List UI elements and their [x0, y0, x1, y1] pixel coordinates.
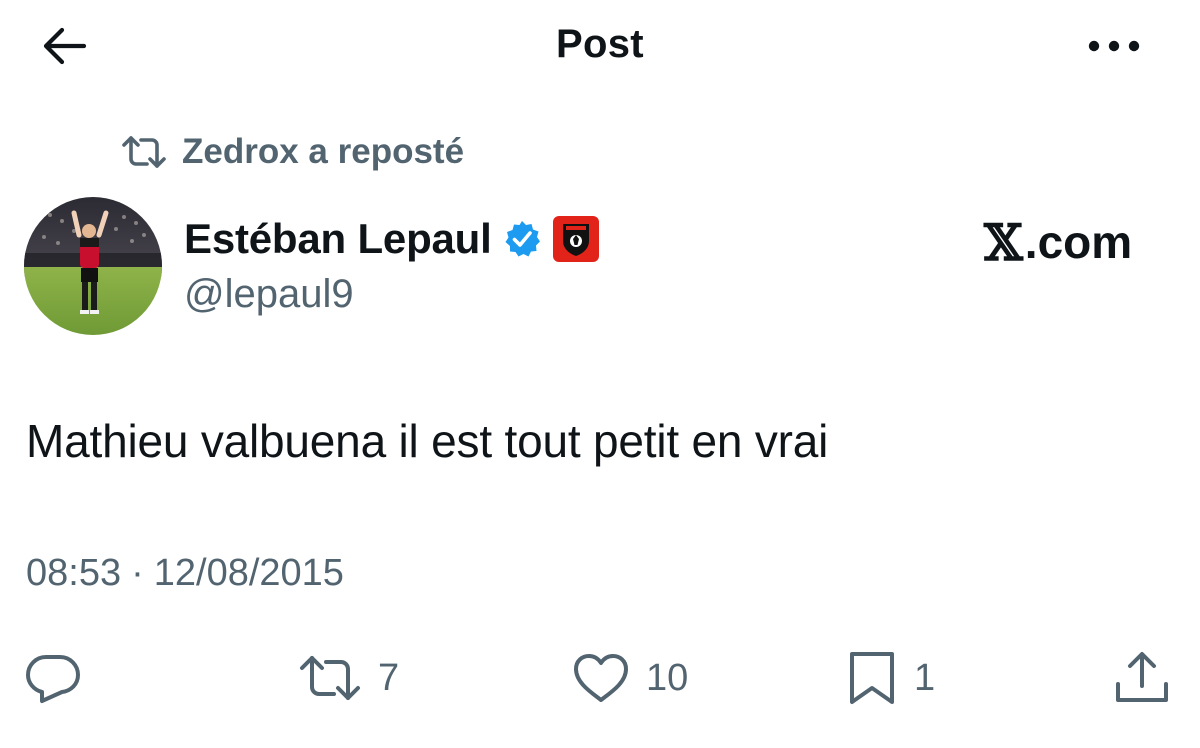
- post-date[interactable]: 12/08/2015: [154, 552, 344, 595]
- author-avatar[interactable]: [24, 197, 162, 335]
- timestamp-separator: ·: [131, 552, 144, 594]
- more-horizontal-icon: [1088, 40, 1140, 52]
- more-options-button[interactable]: [1084, 26, 1144, 66]
- bookmark-count: 1: [914, 656, 936, 699]
- avatar-photo: [24, 197, 162, 335]
- like-button[interactable]: 10: [572, 650, 688, 706]
- author-name-row: Estéban Lepaul: [184, 210, 600, 268]
- reply-button[interactable]: [24, 650, 82, 706]
- share-button[interactable]: [1112, 650, 1172, 706]
- watermark-text: .com: [1024, 216, 1133, 268]
- x-logo: 𝕏: [984, 212, 1023, 272]
- repost-indicator[interactable]: Zedrox a reposté: [120, 128, 464, 176]
- bookmark-button[interactable]: 1: [846, 650, 935, 706]
- author-handle[interactable]: @lepaul9: [184, 272, 354, 317]
- repost-icon: [300, 656, 360, 700]
- post-timestamp: 08:53 · 12/08/2015: [26, 552, 344, 595]
- repost-icon: [122, 136, 166, 168]
- repost-button[interactable]: 7: [298, 650, 399, 706]
- reply-icon: [26, 655, 80, 703]
- xcom-watermark: 𝕏 .com: [984, 212, 1132, 272]
- post-time[interactable]: 08:53: [26, 552, 121, 595]
- club-crest-icon: [552, 216, 599, 262]
- post-text: Mathieu valbuena il est tout petit en vr…: [26, 415, 829, 467]
- page-title: Post: [556, 22, 644, 66]
- post-detail-screen: Post Zedrox a reposté Estéban Lepaul @le…: [0, 0, 1200, 748]
- like-count: 10: [646, 656, 689, 699]
- repost-count: 7: [378, 656, 400, 699]
- share-icon: [1116, 652, 1168, 702]
- author-display-name[interactable]: Estéban Lepaul: [184, 215, 492, 263]
- verified-badge-icon: [505, 221, 540, 257]
- heart-icon: [574, 654, 628, 702]
- repost-label: Zedrox a reposté: [182, 132, 465, 171]
- bookmark-icon: [850, 652, 894, 704]
